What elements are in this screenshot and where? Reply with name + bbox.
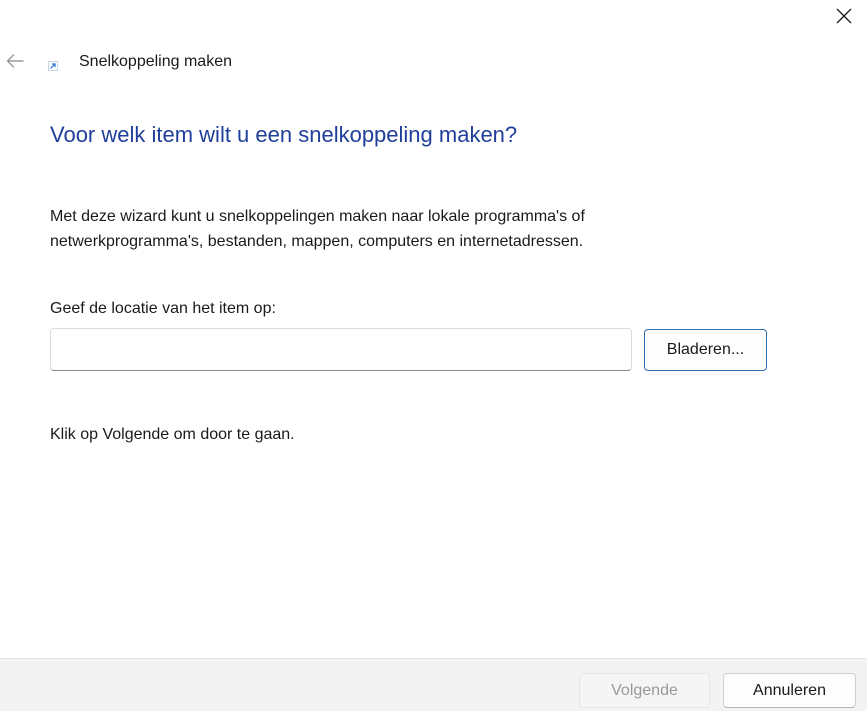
wizard-title: Snelkoppeling maken <box>79 53 232 70</box>
close-button[interactable] <box>821 0 867 32</box>
location-label: Geef de locatie van het item op: <box>50 300 276 317</box>
shortcut-icon <box>48 61 58 71</box>
next-button[interactable]: Volgende <box>579 673 710 708</box>
back-button[interactable] <box>0 46 30 76</box>
continue-instruction: Klik op Volgende om door te gaan. <box>50 426 295 443</box>
close-icon <box>836 8 852 24</box>
browse-button[interactable]: Bladeren... <box>644 329 767 371</box>
arrow-left-icon <box>6 54 24 68</box>
location-input[interactable] <box>50 328 632 371</box>
cancel-button[interactable]: Annuleren <box>723 673 856 708</box>
wizard-header: Snelkoppeling maken <box>48 51 232 73</box>
wizard-description: Met deze wizard kunt u snelkoppelingen m… <box>50 208 585 250</box>
page-title: Voor welk item wilt u een snelkoppeling … <box>50 122 518 147</box>
